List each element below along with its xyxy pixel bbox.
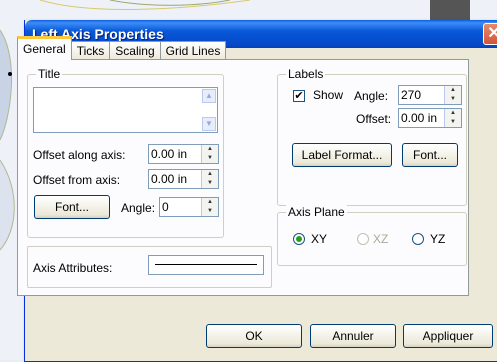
show-labels-label: Show [313, 88, 344, 102]
title-angle-field[interactable]: 0 ▲ ▼ [159, 197, 219, 217]
tab-strip: General Ticks Scaling Grid Lines [17, 36, 227, 60]
title-angle-value: 0 [162, 200, 169, 214]
labels-font-button[interactable]: Font... [402, 143, 458, 167]
axis-plane-group-label: Axis Plane [286, 205, 347, 219]
labels-angle-field[interactable]: 270 ▲ ▼ [398, 85, 462, 105]
title-group: Title ▲ ▼ Offset along axis: 0.00 in ▲ ▼ … [27, 67, 224, 238]
title-textarea[interactable]: ▲ ▼ [33, 87, 218, 133]
axis-plane-yz-label: YZ [430, 232, 446, 246]
labels-offset-label: Offset: [356, 112, 392, 126]
labels-offset-spinner[interactable]: ▲ ▼ [444, 109, 461, 127]
labels-angle-spinner[interactable]: ▲ ▼ [444, 86, 461, 104]
labels-group-label: Labels [286, 67, 326, 81]
cancel-button[interactable]: Annuler [310, 324, 396, 348]
general-tab-panel: Title ▲ ▼ Offset along axis: 0.00 in ▲ ▼ … [17, 59, 469, 296]
labels-angle-value: 270 [401, 88, 422, 102]
title-group-label: Title [36, 67, 63, 81]
axis-attributes-label: Axis Attributes: [33, 261, 113, 275]
tab-ticks[interactable]: Ticks [70, 41, 111, 60]
title-angle-label: Angle: [121, 201, 156, 215]
offset-from-axis-spinner[interactable]: ▲ ▼ [201, 170, 218, 188]
axis-plane-group: Axis Plane XY XZ YZ [277, 205, 467, 266]
labels-offset-field[interactable]: 0.00 in ▲ ▼ [398, 108, 462, 128]
label-format-button[interactable]: Label Format... [292, 143, 392, 167]
offset-along-axis-field[interactable]: 0.00 in ▲ ▼ [148, 144, 219, 164]
close-button[interactable]: ✕ [483, 23, 497, 45]
offset-along-axis-label: Offset along axis: [33, 148, 126, 162]
close-icon: ✕ [487, 25, 497, 42]
axis-attributes-line-button[interactable] [148, 255, 264, 275]
scroll-up-icon[interactable]: ▲ [202, 89, 216, 103]
tab-general[interactable]: General [17, 36, 72, 60]
labels-group: Labels ✔ Show Angle: 270 ▲ ▼ Offset: 0.00… [277, 67, 467, 206]
ok-button[interactable]: OK [206, 324, 302, 348]
offset-from-axis-field[interactable]: 0.00 in ▲ ▼ [148, 169, 219, 189]
axis-plane-xy-radio[interactable] [293, 233, 305, 245]
tab-grid-lines[interactable]: Grid Lines [159, 41, 227, 60]
offset-from-axis-value: 0.00 in [151, 172, 188, 186]
axis-plane-xy-label: XY [311, 232, 328, 246]
show-labels-checkbox[interactable]: ✔ [293, 90, 305, 102]
offset-along-axis-spinner[interactable]: ▲ ▼ [201, 145, 218, 163]
labels-offset-value: 0.00 in [401, 111, 438, 125]
apply-button[interactable]: Appliquer [403, 324, 493, 348]
title-font-button[interactable]: Font... [34, 195, 110, 219]
scroll-down-icon[interactable]: ▼ [202, 117, 216, 131]
axis-plane-xz-radio[interactable] [357, 233, 369, 245]
axis-plane-yz-radio[interactable] [412, 233, 424, 245]
axis-plane-xz-label: XZ [373, 232, 389, 246]
labels-angle-label: Angle: [354, 89, 389, 103]
tab-scaling[interactable]: Scaling [109, 41, 161, 60]
title-angle-spinner[interactable]: ▲ ▼ [201, 198, 218, 216]
offset-from-axis-label: Offset from axis: [33, 173, 121, 187]
offset-along-axis-value: 0.00 in [151, 147, 188, 161]
